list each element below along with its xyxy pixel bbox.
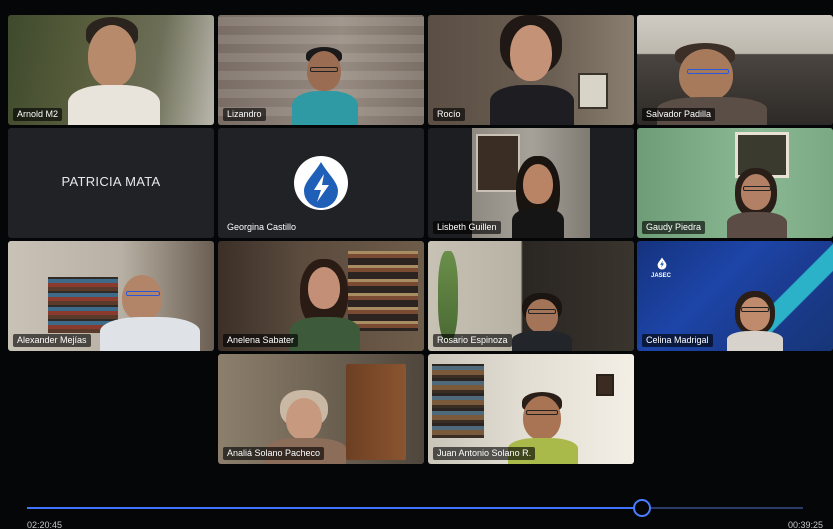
brand-logo-text: JASEC bbox=[651, 273, 672, 279]
water-drop-lightning-icon bbox=[304, 162, 338, 208]
wooden-door bbox=[346, 364, 406, 460]
video-tile-patricia-off[interactable]: PATRICIA MATA bbox=[8, 128, 214, 238]
video-tile-georgina[interactable]: Georgina Castillo bbox=[218, 128, 424, 238]
meeting-recording-view: Arnold M2 Lizandro Rocío Salvador Padill… bbox=[0, 0, 833, 529]
video-tile-anelena[interactable]: Anelena Sabater bbox=[218, 241, 424, 351]
participant-video-person bbox=[100, 275, 200, 351]
participant-video-person bbox=[727, 291, 783, 351]
seek-bar-progress bbox=[27, 507, 642, 509]
plant bbox=[438, 251, 458, 341]
participant-name-label: Rocío bbox=[433, 108, 465, 121]
participant-video-person bbox=[508, 156, 568, 238]
video-tile-alexander[interactable]: Alexander Mejías bbox=[8, 241, 214, 351]
participant-name-label: Arnold M2 bbox=[13, 108, 63, 121]
bookshelf bbox=[432, 364, 484, 438]
participant-name-label: Celina Madrigal bbox=[642, 334, 713, 347]
video-tile-rosario[interactable]: Rosario Espinoza bbox=[428, 241, 634, 351]
total-duration: 00:39:25 bbox=[787, 520, 823, 529]
participant-name-label: Salvador Padilla bbox=[642, 108, 716, 121]
water-drop-lightning-icon bbox=[657, 257, 667, 270]
participant-name-label: Lisbeth Guillen bbox=[433, 221, 501, 234]
video-tile-lizandro[interactable]: Lizandro bbox=[218, 15, 424, 125]
picture-frame bbox=[578, 73, 608, 109]
participant-video-person bbox=[68, 17, 160, 125]
participant-name-label: Georgina Castillo bbox=[227, 222, 297, 232]
video-tile-gaudy[interactable]: Gaudy Piedra bbox=[637, 128, 833, 238]
participant-name-label: Alexander Mejías bbox=[13, 334, 91, 347]
video-tile-arnold[interactable]: Arnold M2 bbox=[8, 15, 214, 125]
seek-handle[interactable] bbox=[632, 499, 651, 517]
participant-name-label: Rosario Espinoza bbox=[433, 334, 512, 347]
avatar bbox=[294, 156, 348, 210]
participant-video-person bbox=[727, 168, 787, 238]
participant-video-person bbox=[490, 15, 574, 125]
participant-name-label: Lizandro bbox=[223, 108, 266, 121]
participant-video-person bbox=[290, 259, 360, 351]
video-tile-lisbeth[interactable]: Lisbeth Guillen bbox=[428, 128, 634, 238]
playback-timeline: 02:20:45 00:39:25 bbox=[0, 490, 833, 529]
participant-name-label: Gaudy Piedra bbox=[642, 221, 706, 234]
participant-name-label: Analiá Solano Pacheco bbox=[223, 447, 325, 460]
video-tile-analia[interactable]: Analiá Solano Pacheco bbox=[218, 354, 424, 464]
video-tile-juan-antonio[interactable]: Juan Antonio Solano R. bbox=[428, 354, 634, 464]
video-tile-salvador[interactable]: Salvador Padilla bbox=[637, 15, 833, 125]
video-tile-celina[interactable]: JASEC Celina Madrigal bbox=[637, 241, 833, 351]
participant-video-person bbox=[512, 293, 572, 351]
participant-name-label: Anelena Sabater bbox=[223, 334, 299, 347]
seek-bar[interactable] bbox=[27, 499, 803, 517]
participant-name-placeholder: PATRICIA MATA bbox=[61, 174, 161, 189]
participant-name-label: Juan Antonio Solano R. bbox=[433, 447, 536, 460]
elapsed-time: 02:20:45 bbox=[27, 520, 63, 529]
video-tile-rocio[interactable]: Rocío bbox=[428, 15, 634, 125]
participant-video-person bbox=[290, 47, 360, 125]
picture-frame bbox=[596, 374, 614, 396]
